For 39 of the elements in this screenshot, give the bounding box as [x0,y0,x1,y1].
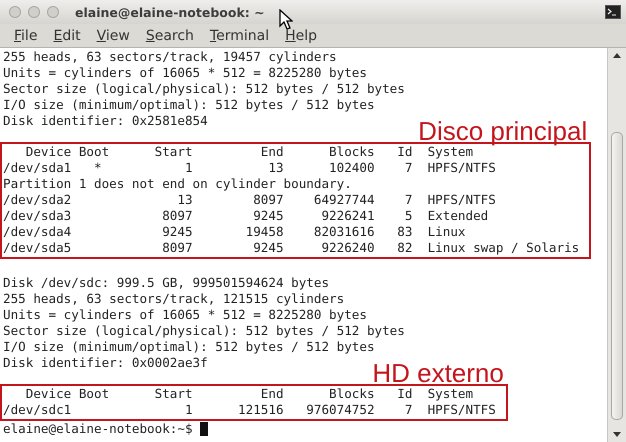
output-line: /dev/sdc1 1 121516 976074752 7 HPFS/NTFS [3,402,496,418]
window-title: elaine@elaine-notebook: ~ [75,4,265,20]
scrollbar[interactable] [607,48,626,442]
output-line: Device Boot Start End Blocks Id System [24,386,474,402]
output-line: Disk /dev/sdc: 999.5 GB, 999501594624 bytes [3,275,330,291]
close-button[interactable] [9,6,21,18]
output-line: Partition 1 does not end on cylinder boundary. [3,176,353,192]
annotation-label: HD externo [372,362,504,384]
output-line: Disk identifier: 0x2581e854 [3,113,209,129]
menu-item[interactable]: Terminal [202,28,278,44]
output-line: Device Boot Start End Blocks Id System [24,144,474,160]
output-line: /dev/sda3 8097 9245 9226241 5 Extended [3,208,490,224]
mouse-pointer-icon [279,9,293,31]
output-line: Disk identifier: 0x0002ae3f [3,355,209,371]
output-line: I/O size (minimum/optimal): 512 bytes / 512 bytes [3,339,376,355]
scroll-up-icon[interactable] [613,52,621,58]
output-line: Sector size (logical/physical): 512 bytes / 512 bytes [3,81,406,97]
maximize-button[interactable] [47,6,59,18]
menu-item[interactable]: Edit [45,28,89,44]
menu-item[interactable]: Search [138,28,202,44]
minimize-button[interactable] [28,6,40,18]
output-line: Units = cylinders of 16065 * 512 = 8225280 bytes [3,307,368,323]
output-line: 255 heads, 63 sectors/track, 19457 cylinders [3,49,338,65]
output-line: I/O size (minimum/optimal): 512 bytes / 512 bytes [3,97,376,113]
menu-item[interactable]: View [88,28,138,44]
menu-item[interactable]: Help [277,28,326,44]
output-line: Units = cylinders of 16065 * 512 = 8225280 bytes [3,65,368,81]
scroll-thumb[interactable] [611,132,623,420]
output-line: /dev/sda2 13 8097 64927744 7 HPFS/NTFS [3,192,497,208]
output-line: 255 heads, 63 sectors/track, 121515 cylinders [3,291,346,307]
output-line: /dev/sda1 * 1 13 102400 7 HPFS/NTFS [3,160,497,176]
prompt: elaine@elaine-notebook:~$ [3,421,194,437]
output-line: Sector size (logical/physical): 512 bytes / 512 bytes [3,323,406,339]
terminal-icon [605,5,621,19]
output-line: /dev/sda5 8097 9245 9226240 82 Linux swap / Solaris [3,240,580,256]
scroll-down-icon[interactable] [613,432,621,438]
menu-item[interactable]: File [6,28,46,44]
output-line: /dev/sda4 9245 19458 82031616 83 Linux [3,224,467,240]
text-cursor [200,422,208,436]
